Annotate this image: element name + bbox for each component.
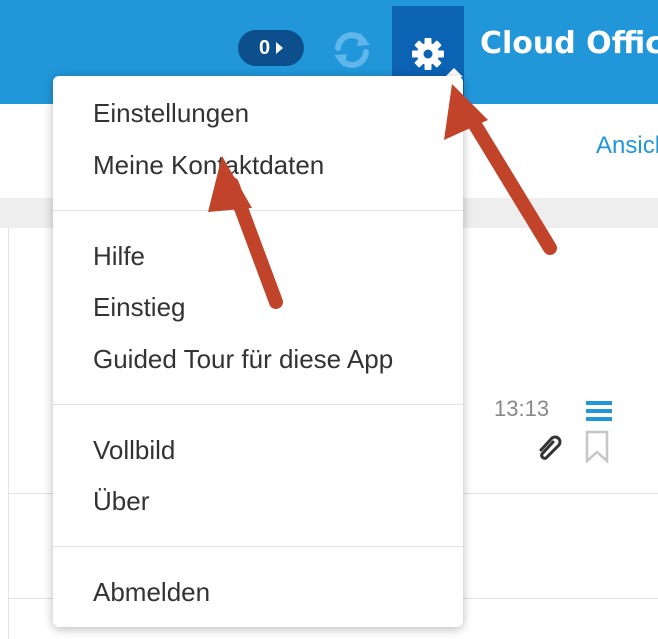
menu-item-logout[interactable]: Abmelden (93, 577, 210, 607)
menu-item-settings[interactable]: Einstellungen (93, 98, 249, 128)
view-link[interactable]: Ansicht (596, 132, 658, 160)
menu-divider (53, 546, 463, 547)
menu-item-getting-started[interactable]: Einstieg (93, 292, 186, 322)
counter-value: 0 (258, 36, 271, 59)
menu-item-contact-data[interactable]: Meine Kontaktdaten (93, 150, 324, 180)
paperclip-icon (539, 435, 562, 460)
menu-item-fullscreen[interactable]: Vollbild (93, 435, 175, 465)
mail-time: 13:13 (494, 396, 550, 421)
screen: 0 Cloud Office Ansicht (0, 0, 658, 639)
play-icon (276, 42, 284, 54)
bookmark-icon[interactable] (584, 430, 610, 464)
settings-dropdown: Einstellungen Meine Kontaktdaten Hilfe E… (53, 76, 463, 627)
menu-divider (53, 404, 463, 405)
gear-icon (412, 38, 444, 70)
refresh-icon[interactable] (330, 28, 374, 72)
menu-item-help[interactable]: Hilfe (93, 241, 145, 271)
list-menu-icon[interactable] (586, 400, 612, 422)
notification-counter[interactable]: 0 (238, 30, 304, 66)
menu-divider (53, 210, 463, 211)
app-title: Cloud Office (480, 26, 658, 61)
menu-item-guided-tour[interactable]: Guided Tour für diese App (93, 344, 393, 374)
menu-item-about[interactable]: Über (93, 486, 149, 516)
